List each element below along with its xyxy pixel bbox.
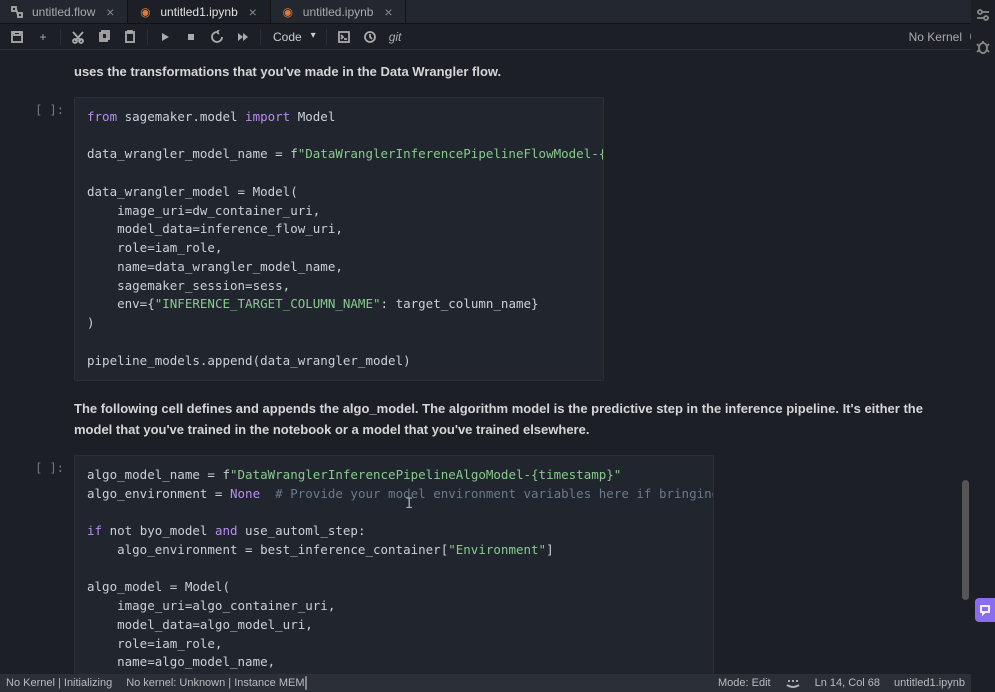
restart-button[interactable] [206, 26, 228, 48]
settings-icon[interactable] [974, 6, 992, 24]
status-kernel[interactable]: No Kernel | Initializing [6, 677, 112, 689]
markdown-text: The following cell defines and appends t… [10, 393, 959, 451]
status-instance[interactable]: No kernel: Unknown | Instance MEM [126, 677, 306, 689]
kernel-label: No Kernel [909, 30, 962, 44]
status-position: Ln 14, Col 68 [815, 677, 880, 689]
save-button[interactable] [6, 26, 28, 48]
git-label[interactable]: git [385, 30, 406, 44]
terminal-button[interactable] [333, 26, 355, 48]
notebook-area[interactable]: uses the transformations that you've mad… [0, 50, 995, 674]
text-cursor-icon: I [405, 494, 413, 515]
tab-notebook-2[interactable]: ◉ untitled.ipynb × [271, 0, 407, 23]
tab-bar: untitled.flow × ◉ untitled1.ipynb × ◉ un… [0, 0, 995, 24]
close-icon[interactable]: × [103, 4, 117, 20]
toolbar: + Code git No Kernel [0, 24, 995, 50]
run-button[interactable] [154, 26, 176, 48]
status-mode: Mode: Edit [718, 677, 771, 689]
paste-button[interactable] [119, 26, 141, 48]
memory-pill-icon [305, 676, 307, 690]
flow-icon [10, 5, 24, 19]
add-cell-button[interactable]: + [32, 26, 54, 48]
fast-forward-button[interactable] [232, 26, 254, 48]
status-file: untitled1.ipynb [894, 677, 965, 689]
tab-flow[interactable]: untitled.flow × [0, 0, 128, 23]
jupyter-icon: ◉ [281, 5, 295, 19]
copy-button[interactable] [93, 26, 115, 48]
clock-button[interactable] [359, 26, 381, 48]
jupyter-icon: ◉ [138, 5, 152, 19]
aws-icon[interactable] [785, 677, 801, 689]
cell-prompt: [ ]: [10, 455, 74, 674]
status-bar: No Kernel | Initializing No kernel: Unkn… [0, 674, 995, 692]
cut-button[interactable] [67, 26, 89, 48]
scrollbar-thumb[interactable] [962, 480, 969, 600]
markdown-text: uses the transformations that you've mad… [10, 56, 959, 93]
tab-label: untitled.ipynb [303, 5, 374, 19]
chat-bubble-button[interactable] [975, 598, 995, 622]
close-icon[interactable]: × [246, 4, 260, 20]
code-cell-1[interactable]: from sagemaker.model import Model data_w… [74, 97, 604, 382]
bug-icon[interactable] [974, 38, 992, 56]
stop-button[interactable] [180, 26, 202, 48]
cell-type-select[interactable]: Code [267, 28, 320, 46]
close-icon[interactable]: × [381, 4, 395, 20]
cell-prompt: [ ]: [10, 97, 74, 382]
tab-label: untitled1.ipynb [160, 5, 237, 19]
right-rail [971, 0, 995, 692]
code-cell-2[interactable]: algo_model_name = f"DataWranglerInferenc… [74, 455, 714, 674]
tab-label: untitled.flow [32, 5, 95, 19]
tab-notebook-1[interactable]: ◉ untitled1.ipynb × [128, 0, 270, 23]
